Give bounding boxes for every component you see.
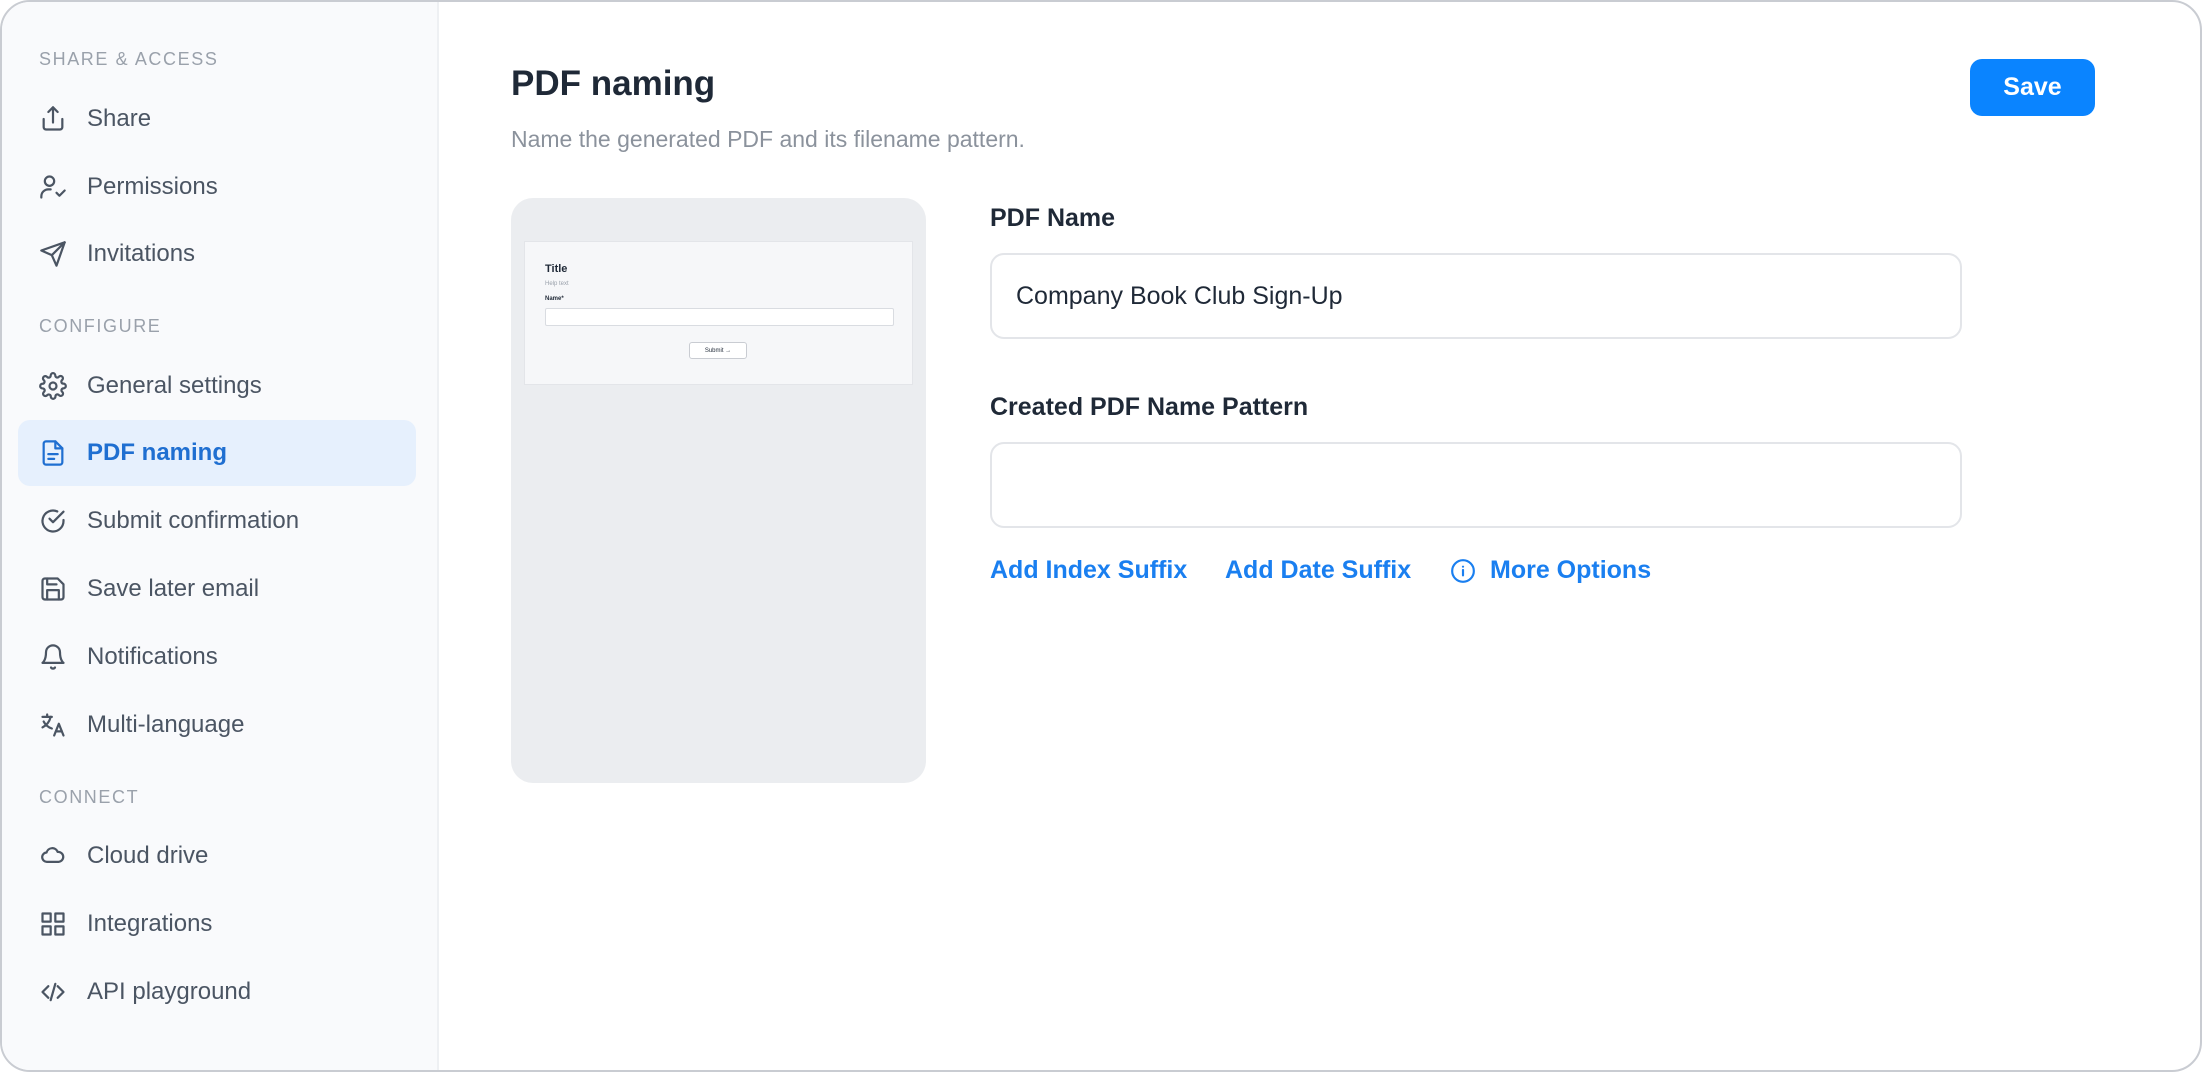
pdf-name-label: PDF Name [990,204,1116,232]
sidebar-item-label: Integrations [87,910,213,937]
sidebar-item-api-playground[interactable]: API playground [18,959,416,1025]
sidebar-item-label: PDF naming [87,439,228,466]
pdf-preview: Title Help text Name* Submit → [511,198,926,783]
sidebar-item-cloud-drive[interactable]: Cloud drive [18,823,416,889]
sidebar-item-label: Cloud drive [87,842,209,869]
sidebar-item-submit-confirmation[interactable]: Submit confirmation [18,488,416,554]
preview-field-input [545,308,894,326]
sidebar-item-label: Share [87,105,152,132]
sidebar-item-permissions[interactable]: Permissions [18,154,416,220]
bell-icon [38,642,68,672]
user-check-icon [38,172,68,202]
sidebar-item-multi-language[interactable]: Multi-language [18,692,416,758]
add-index-suffix-link[interactable]: Add Index Suffix [990,556,1187,585]
check-circle-icon [38,506,68,536]
preview-form-card: Title Help text Name* Submit → [524,241,913,385]
section-label-configure: CONFIGURE [39,316,162,336]
page-subtitle: Name the generated PDF and its filename … [511,126,1025,152]
preview-help-text: Help text [545,281,569,287]
pattern-input[interactable] [990,442,1962,528]
sidebar-item-label: Permissions [87,173,218,200]
sidebar-item-label: Submit confirmation [87,507,300,534]
translate-icon [38,710,68,740]
sidebar: SHARE & ACCESS Share Permissions Invitat… [2,2,439,1070]
preview-title: Title [545,263,568,275]
cloud-icon [38,841,68,871]
pdf-name-input[interactable] [990,253,1962,339]
sidebar-item-notifications[interactable]: Notifications [18,624,416,690]
sidebar-item-label: Notifications [87,643,218,670]
info-icon [1450,558,1476,584]
add-date-suffix-link[interactable]: Add Date Suffix [1225,556,1411,585]
sidebar-item-invitations[interactable]: Invitations [18,221,416,287]
save-button[interactable]: Save [1970,59,2095,116]
page-title: PDF naming [511,64,716,103]
more-options-label: More Options [1490,556,1652,584]
sidebar-item-general-settings[interactable]: General settings [18,353,416,419]
sidebar-item-integrations[interactable]: Integrations [18,891,416,957]
sidebar-item-share[interactable]: Share [18,86,416,152]
preview-submit-button: Submit → [689,342,747,359]
send-icon [38,239,68,269]
code-icon [38,977,68,1007]
section-label-share-access: SHARE & ACCESS [39,49,219,69]
file-text-icon [38,438,68,468]
save-icon [38,574,68,604]
app-window: SHARE & ACCESS Share Permissions Invitat… [0,0,2202,1072]
sidebar-item-label: General settings [87,372,262,399]
pattern-label: Created PDF Name Pattern [990,393,1309,421]
section-label-connect: CONNECT [39,787,140,807]
grid-icon [38,909,68,939]
gear-icon [38,371,68,401]
more-options-link[interactable]: More Options [1450,556,1651,585]
sidebar-item-label: Multi-language [87,711,245,738]
sidebar-item-save-later-email[interactable]: Save later email [18,556,416,622]
sidebar-item-label: API playground [87,978,252,1005]
sidebar-item-label: Save later email [87,575,260,602]
sidebar-item-label: Invitations [87,240,196,267]
sidebar-item-pdf-naming[interactable]: PDF naming [18,420,416,486]
preview-field-label: Name* [545,296,564,302]
share-icon [38,104,68,134]
